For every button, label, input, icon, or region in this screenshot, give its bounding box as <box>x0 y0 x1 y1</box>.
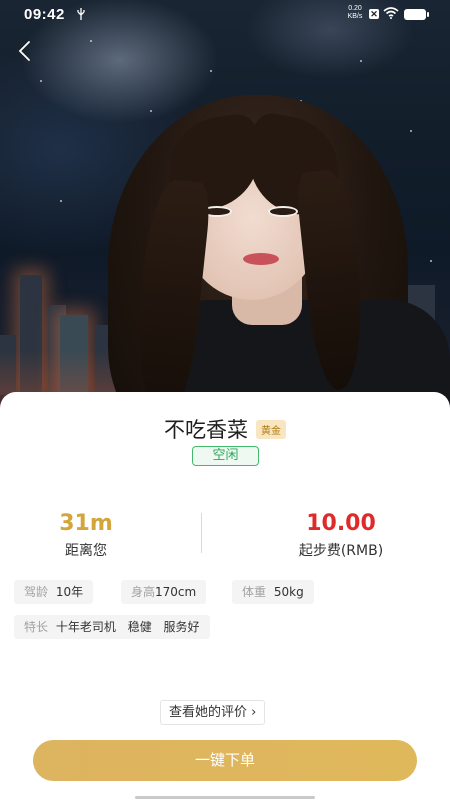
specialty-value: 服务好 <box>163 620 200 634</box>
driver-name: 不吃香菜 <box>164 418 248 442</box>
fee-label: 起步费(RMB) <box>298 543 384 559</box>
specialty-value: 十年老司机 <box>55 620 116 634</box>
attribute-tag-driving-years: 驾龄 10年 <box>14 580 94 604</box>
driver-photo <box>0 0 450 420</box>
attribute-key: 驾龄 <box>24 585 49 599</box>
chevron-left-icon <box>18 41 30 61</box>
level-badge: 黄金 <box>256 419 286 439</box>
view-reviews-button[interactable]: 查看她的评价 › <box>160 700 266 725</box>
attribute-tag-height: 身高170cm <box>121 580 207 604</box>
one-click-order-button[interactable]: 一键下单 <box>33 740 417 781</box>
status-bar: 09:42 0.20 KB/s ✕ <box>0 0 450 28</box>
fee-value: 10.00 <box>306 511 376 536</box>
attribute-value: 10年 <box>55 585 84 599</box>
x-notification-icon: ✕ <box>369 9 379 19</box>
attribute-key: 身高 <box>131 585 156 599</box>
driver-info-sheet: 不吃香菜 黄金 空闲 31m 距离您 10.00 起步费(RMB) 驾龄 10年… <box>0 392 450 800</box>
attribute-key: 体重 <box>242 585 267 599</box>
chevron-right-icon: › <box>251 705 257 720</box>
view-reviews-label: 查看她的评价 <box>169 705 248 720</box>
distance-stat: 31m 距离您 <box>0 510 186 560</box>
usb-icon <box>77 8 85 20</box>
specialty-tag: 特长 十年老司机 稳健 服务好 <box>14 615 210 639</box>
attribute-value: 170cm <box>155 585 197 599</box>
specialty-value: 稳健 <box>127 620 152 634</box>
name-row: 不吃香菜 黄金 <box>0 414 450 444</box>
back-button[interactable] <box>10 36 40 66</box>
attribute-tag-weight: 体重 50kg <box>232 580 314 604</box>
status-time: 09:42 <box>24 6 65 23</box>
wifi-icon <box>383 7 399 19</box>
home-indicator <box>135 796 315 799</box>
distance-value: 31m <box>59 511 113 536</box>
battery-icon <box>404 9 429 20</box>
specialty-key: 特长 <box>24 620 49 634</box>
distance-label: 距离您 <box>65 543 107 559</box>
network-speed: 0.20 KB/s <box>347 5 363 20</box>
availability-status-badge: 空闲 <box>192 446 259 466</box>
attribute-value: 50kg <box>273 585 304 599</box>
fee-stat: 10.00 起步费(RMB) <box>241 510 441 560</box>
stats-divider <box>201 513 202 553</box>
